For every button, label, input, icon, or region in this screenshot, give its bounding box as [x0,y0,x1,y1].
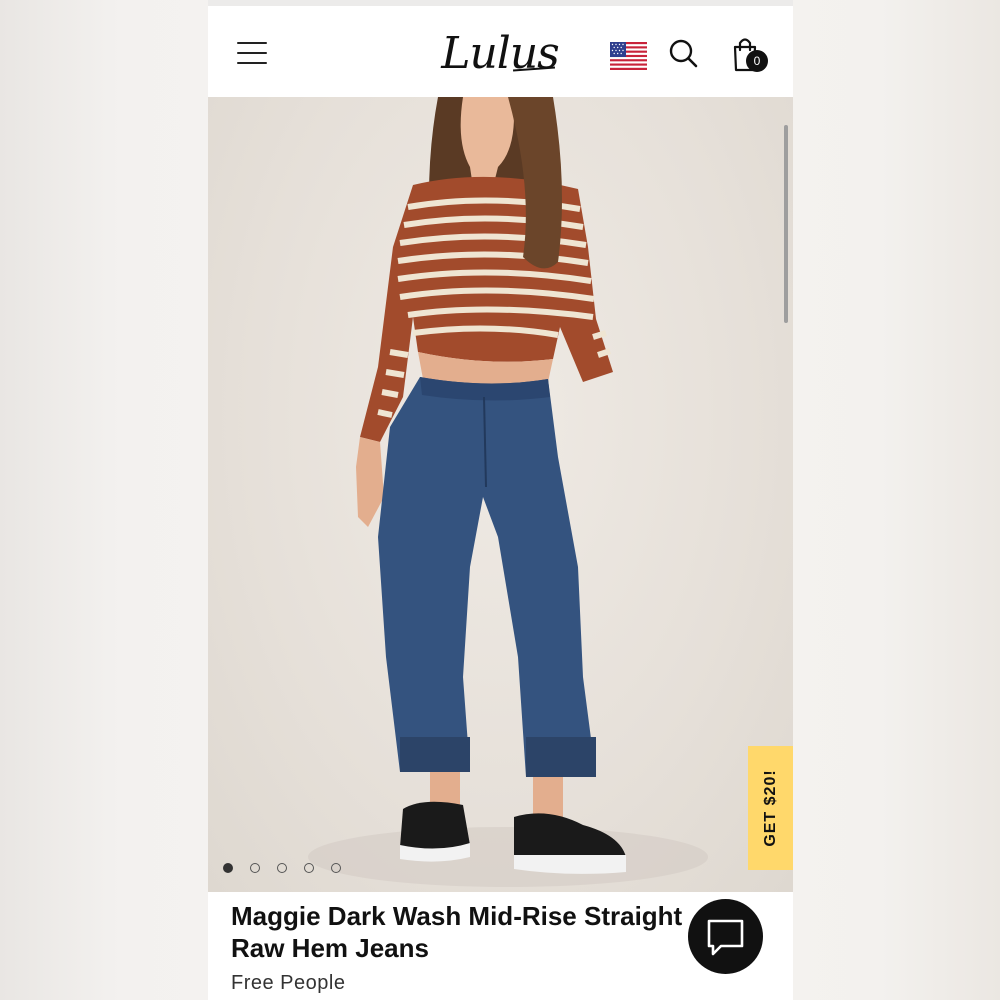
brand-link[interactable]: Free People [231,972,345,995]
carousel-dot-5[interactable] [331,863,341,873]
site-header: Lulus 0 [208,6,793,97]
hamburger-menu-icon[interactable] [237,42,269,66]
lulus-logo[interactable]: Lulus [440,26,560,82]
carousel-dot-3[interactable] [277,863,287,873]
carousel-dot-2[interactable] [250,863,260,873]
cart-count-badge: 0 [746,50,768,72]
product-title-line2: Raw Hem Jeans [231,933,429,963]
search-icon[interactable] [668,38,700,70]
chat-bubble-icon [707,919,744,956]
product-title: Maggie Dark Wash Mid-Rise Straight Raw H… [231,900,701,964]
mobile-viewport: Lulus 0 GET $20! Maggie Dark Wash Mid-Ri… [208,0,793,1000]
get-20-promo-tab[interactable]: GET $20! [748,746,793,870]
product-image-carousel[interactable]: GET $20! [208,97,793,892]
scrollbar[interactable] [784,125,788,323]
model-photo [308,97,708,887]
carousel-dot-1[interactable] [223,863,233,873]
chat-button[interactable] [688,899,763,974]
carousel-dot-4[interactable] [304,863,314,873]
us-flag-icon[interactable] [610,42,647,70]
product-title-line1: Maggie Dark Wash Mid-Rise Straight [231,901,683,931]
promo-tab-label: GET $20! [761,769,779,847]
